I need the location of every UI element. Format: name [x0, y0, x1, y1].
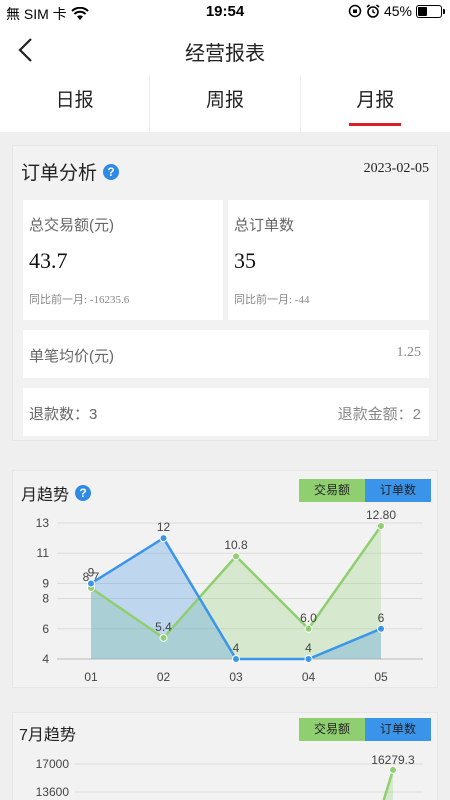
total-amount-value: 43.7 — [29, 248, 68, 273]
july-trend-chart: 13600 17000 16279.3 — [36, 753, 423, 800]
avg-price-row: 单笔均价(元) 1.25 — [23, 330, 429, 378]
data-point — [304, 624, 313, 633]
y-tick-label: 13 — [36, 516, 50, 530]
data-label: 12 — [157, 520, 171, 534]
monthly-trend-card: 月趋势 ? 交易额 订单数 4 6 8 9 11 13 01 02 03 04 05 8.7 5.4 10… — [12, 470, 438, 688]
status-bar: 無 SIM 卡 19:54 45% — [0, 0, 450, 24]
total-orders-label: 总订单数 — [234, 217, 295, 234]
tab-weekly[interactable]: 周报 — [150, 76, 301, 132]
data-label: 4 — [305, 641, 312, 655]
legend-amount[interactable]: 交易额 — [299, 718, 365, 741]
data-point — [377, 522, 385, 531]
legend-amount[interactable]: 交易额 — [299, 479, 365, 502]
data-label: 12.80 — [366, 509, 396, 522]
total-amount-compare: 同比前一月: -16235.6 — [29, 294, 130, 306]
report-tabs: 日报 周报 月报 — [0, 76, 450, 132]
page-title: 经营报表 — [185, 43, 265, 65]
data-label: 10.8 — [224, 538, 248, 552]
data-point — [389, 765, 397, 774]
data-point — [232, 655, 240, 663]
data-label: 9 — [88, 565, 95, 579]
x-tick-label: 03 — [229, 670, 243, 684]
total-amount-box: 总交易额(元) 43.7 同比前一月: -16235.6 — [23, 200, 223, 320]
y-tick-label: 11 — [37, 546, 50, 560]
tab-monthly[interactable]: 月报 — [301, 76, 450, 132]
legend-orders[interactable]: 订单数 — [365, 479, 431, 502]
report-date[interactable]: 2023-02-05 — [364, 161, 429, 177]
chart-legend: 交易额 订单数 — [299, 479, 431, 502]
y-tick-label: 8 — [42, 592, 49, 606]
avg-price-value: 1.25 — [396, 345, 422, 360]
legend-orders[interactable]: 订单数 — [365, 718, 431, 741]
refund-amount: 退款金额：2 — [337, 406, 421, 423]
order-analysis-title: 订单分析 — [21, 163, 98, 184]
total-amount-label: 总交易额(元) — [29, 217, 114, 234]
july-trend-header: 7月趋势 — [19, 721, 76, 745]
data-point — [304, 655, 313, 663]
data-label: 4 — [233, 641, 240, 655]
chart-legend: 交易额 订单数 — [299, 718, 431, 741]
data-label: 6 — [378, 611, 385, 625]
order-analysis-card: 订单分析 ? 2023-02-05 总交易额(元) 43.7 同比前一月: -1… — [12, 145, 438, 441]
july-trend-title: 7月趋势 — [19, 727, 76, 744]
x-tick-label: 02 — [157, 670, 171, 684]
y-tick-label: 4 — [42, 652, 49, 666]
data-point — [232, 552, 240, 561]
monthly-trend-header: 月趋势 ? — [21, 481, 92, 505]
data-point — [159, 534, 168, 543]
help-icon[interactable]: ? — [103, 163, 120, 180]
data-label: 16279.3 — [371, 753, 415, 767]
help-icon[interactable]: ? — [75, 485, 92, 501]
total-orders-compare: 同比前一月: -44 — [234, 294, 310, 306]
total-orders-box: 总订单数 35 同比前一月: -44 — [228, 200, 429, 320]
data-label: 6.0 — [300, 611, 317, 625]
data-label: 5.4 — [155, 620, 172, 634]
y-tick-label: 17000 — [36, 757, 70, 771]
data-point — [377, 624, 385, 633]
nav-bar: 经营报表 — [0, 24, 450, 76]
order-analysis-header: 订单分析 ? — [21, 158, 120, 185]
monthly-trend-title: 月趋势 — [21, 487, 70, 504]
battery-percent: 45% — [383, 3, 412, 19]
battery-icon — [416, 4, 445, 18]
monthly-trend-chart: 4689111301 02 03 04 058.75.410.86.012.809124… — [36, 509, 423, 684]
refund-count: 退款数：3 — [29, 406, 98, 423]
x-tick-label: 04 — [302, 670, 316, 684]
orientation-lock-icon — [348, 4, 362, 18]
x-tick-label: 05 — [374, 670, 388, 684]
x-tick-label: 01 — [84, 670, 98, 684]
data-point — [159, 633, 168, 642]
refund-row: 退款数：3 退款金额：2 — [23, 388, 429, 436]
tab-daily[interactable]: 日报 — [0, 76, 151, 132]
alarm-icon — [366, 4, 380, 18]
total-orders-value: 35 — [234, 248, 256, 273]
avg-price-label: 单笔均价(元) — [29, 348, 114, 365]
data-point — [87, 579, 95, 588]
july-trend-card: 7月趋势 交易额 订单数 13600 17000 16279.3 — [12, 712, 438, 800]
y-tick-label: 13600 — [36, 785, 70, 799]
y-tick-label: 6 — [42, 622, 49, 636]
y-tick-label: 9 — [42, 576, 49, 590]
